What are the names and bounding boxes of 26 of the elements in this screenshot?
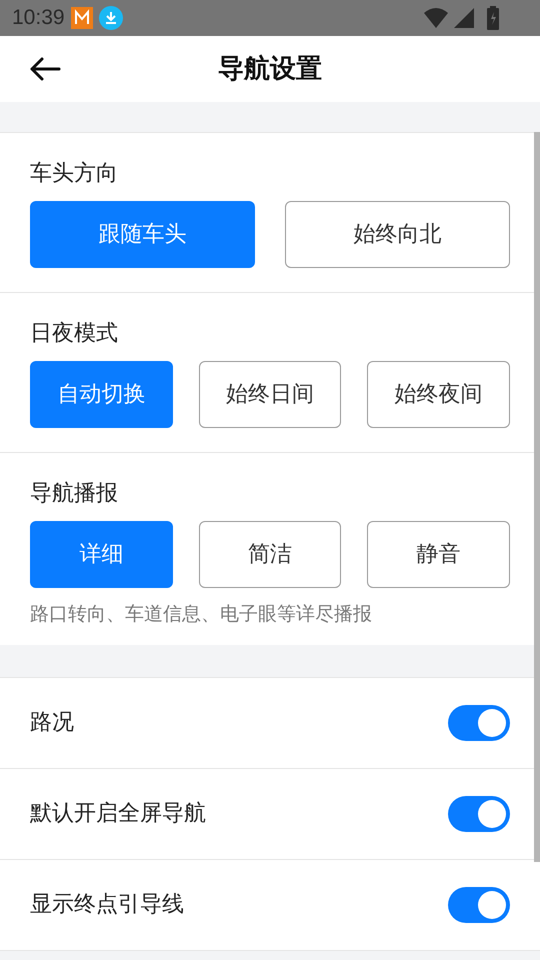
page-title: 导航设置	[218, 52, 322, 86]
wifi-icon	[424, 8, 448, 28]
status-time: 10:39	[12, 5, 65, 32]
app-notification-icon	[70, 7, 93, 29]
option-button[interactable]: 跟随车头	[30, 201, 255, 268]
option-button[interactable]: 始终夜间	[367, 361, 510, 428]
signal-icon	[454, 8, 474, 28]
section-title: 车头方向	[30, 160, 119, 188]
option-button[interactable]: 详细	[30, 521, 173, 588]
toggle-switch[interactable]	[448, 886, 510, 922]
section-title: 导航播报	[30, 480, 119, 508]
option-button[interactable]: 自动切换	[30, 361, 173, 428]
hint-text: 路口转向、车道信息、电子眼等详尽播报	[30, 602, 373, 627]
battery-icon	[486, 6, 500, 30]
back-arrow-icon	[29, 57, 61, 81]
option-button[interactable]: 始终向北	[285, 201, 510, 268]
toggle-switch[interactable]	[448, 796, 510, 832]
option-button[interactable]: 简洁	[198, 521, 342, 588]
section-title: 日夜模式	[30, 320, 119, 348]
toggle-switch[interactable]	[448, 704, 510, 740]
option-button[interactable]: 始终日间	[198, 361, 342, 428]
toggle-label: 显示终点引导线	[30, 891, 185, 919]
toggle-label: 默认开启全屏导航	[30, 800, 207, 828]
download-icon	[98, 6, 123, 30]
option-button[interactable]: 静音	[367, 521, 510, 588]
toggle-label: 路况	[30, 709, 75, 737]
